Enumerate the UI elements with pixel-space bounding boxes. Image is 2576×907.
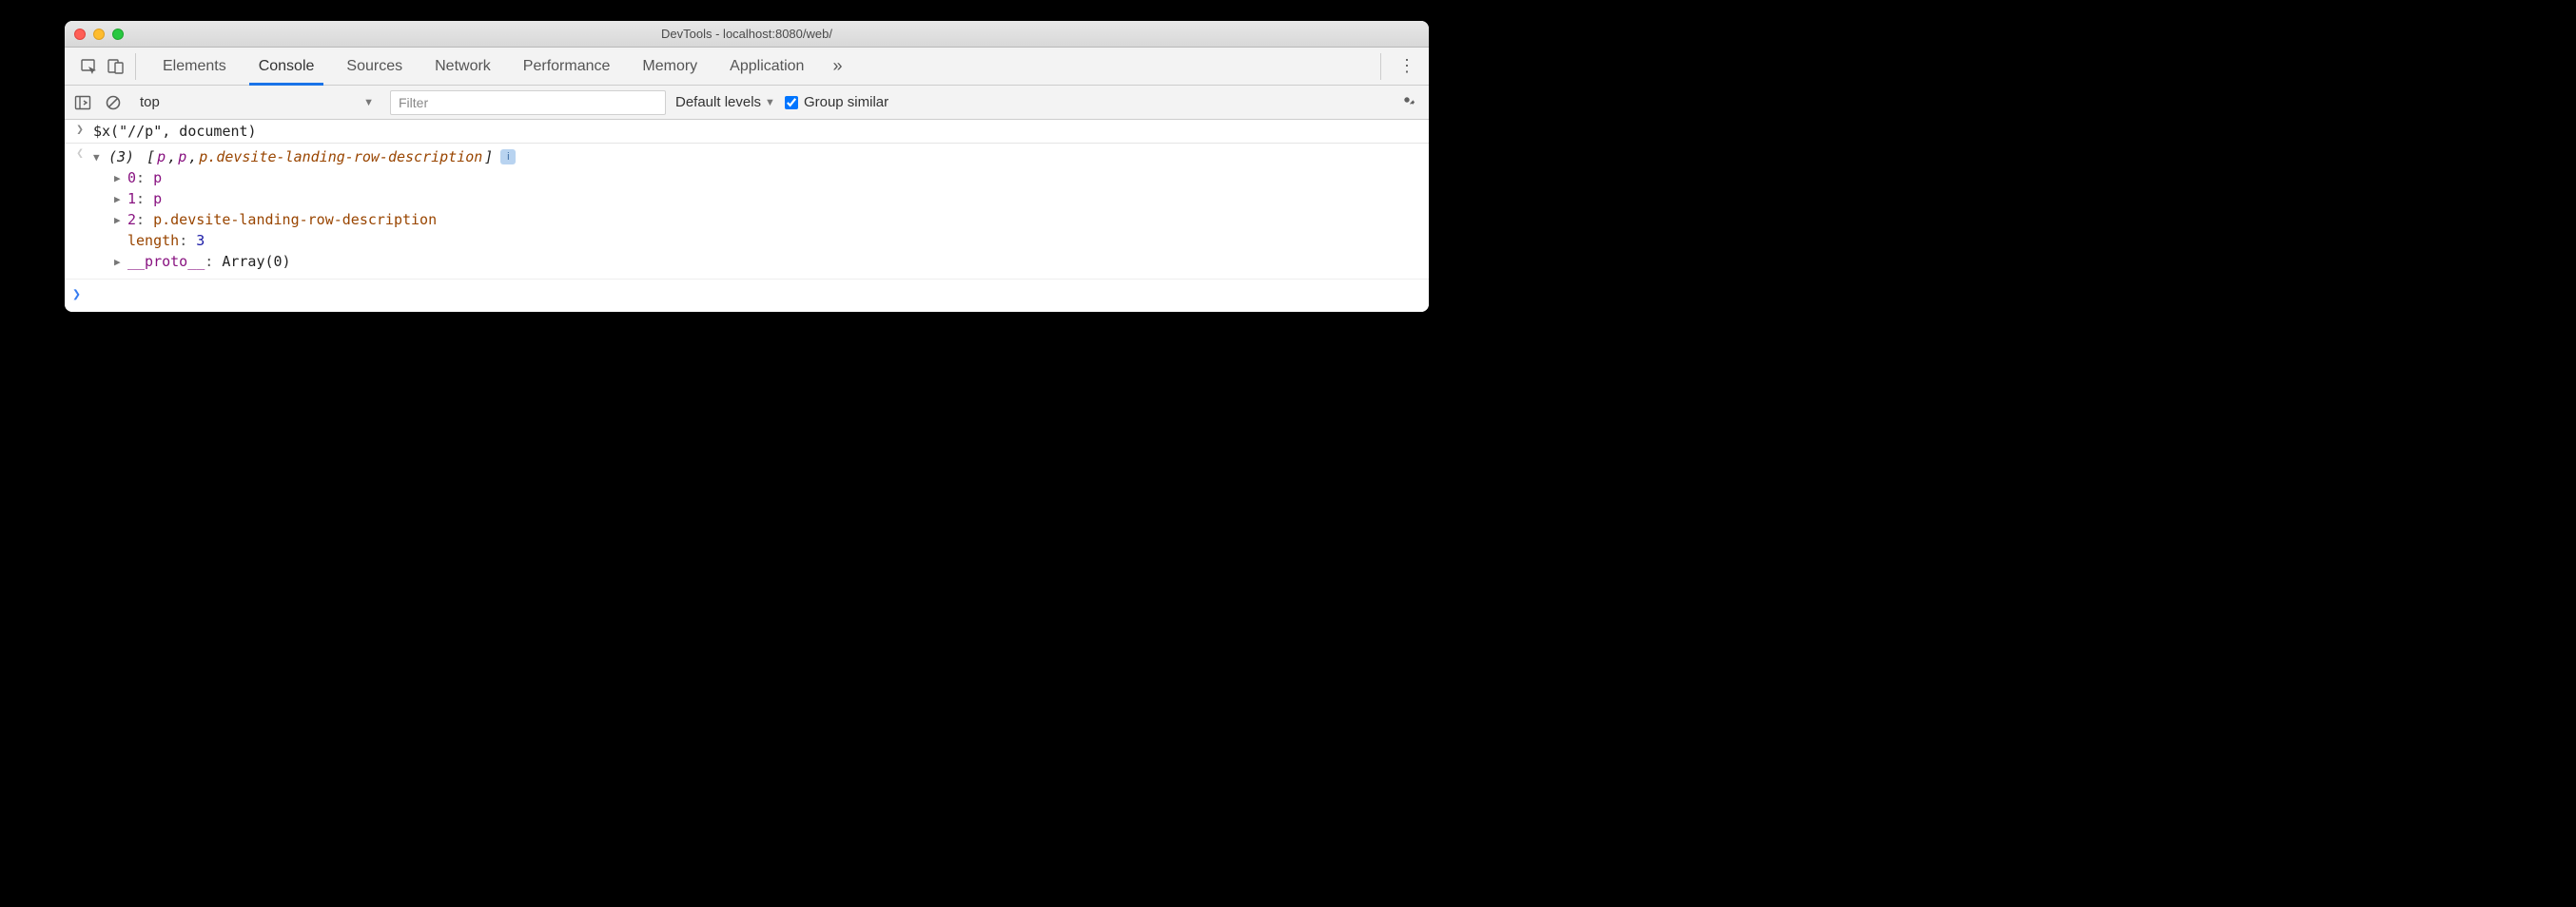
disclosure-triangle-icon[interactable] <box>114 193 127 205</box>
output-arrow-icon: ❮ <box>72 146 88 161</box>
tabbar-right: ⋮ <box>1380 53 1423 80</box>
disclosure-triangle-icon[interactable] <box>114 256 127 268</box>
tab-elements[interactable]: Elements <box>149 48 240 86</box>
devtools-window: DevTools - localhost:8080/web/ Elements … <box>65 21 1429 312</box>
array-index: 0 <box>127 169 136 186</box>
tab-memory[interactable]: Memory <box>629 48 711 86</box>
panel-tabs: Elements Console Sources Network Perform… <box>149 48 851 86</box>
console-settings-icon[interactable] <box>1393 91 1421 113</box>
array-index: 1 <box>127 190 136 207</box>
tab-application[interactable]: Application <box>716 48 817 86</box>
length-key: length <box>127 232 179 249</box>
array-item[interactable]: 1 : p <box>93 188 516 209</box>
close-button[interactable] <box>74 29 86 40</box>
tab-sources[interactable]: Sources <box>333 48 416 86</box>
result-summary-line[interactable]: (3) [ p , p , p.devsite-landing-row-desc… <box>93 146 516 167</box>
tab-console[interactable]: Console <box>245 48 328 86</box>
info-badge-icon[interactable]: i <box>500 149 516 164</box>
disclosure-triangle-icon[interactable] <box>114 172 127 184</box>
prompt-arrow-icon: ❯ <box>72 285 81 302</box>
kebab-menu-icon[interactable]: ⋮ <box>1391 56 1423 76</box>
tab-network[interactable]: Network <box>421 48 504 86</box>
array-index: 2 <box>127 211 136 228</box>
array-value: p.devsite-landing-row-description <box>153 211 437 228</box>
window-title: DevTools - localhost:8080/web/ <box>65 27 1429 41</box>
result-count: (3) <box>108 148 134 165</box>
device-toggle-icon[interactable] <box>107 57 126 76</box>
preview-item: p <box>178 148 186 165</box>
log-levels-select[interactable]: Default levels ▼ <box>675 94 775 110</box>
inspect-element-icon[interactable] <box>80 57 99 76</box>
console-prompt-row[interactable]: ❯ <box>65 280 1429 312</box>
input-arrow-icon: ❯ <box>72 123 88 137</box>
minimize-button[interactable] <box>93 29 105 40</box>
preview-item: p.devsite-landing-row-description <box>199 148 482 165</box>
tabbar: Elements Console Sources Network Perform… <box>65 48 1429 86</box>
console-body: ❯ $x("//p", document) ❮ (3) [ p , p , p.… <box>65 120 1429 312</box>
proto-key: __proto__ <box>127 253 205 270</box>
group-similar-checkbox[interactable]: Group similar <box>785 94 888 110</box>
disclosure-triangle-icon[interactable] <box>93 151 107 164</box>
length-value: 3 <box>196 232 205 249</box>
filter-input[interactable] <box>390 90 666 115</box>
proto-prop[interactable]: __proto__ : Array(0) <box>93 251 516 272</box>
console-input-row: ❯ $x("//p", document) <box>65 120 1429 144</box>
chevron-down-icon: ▼ <box>765 97 775 108</box>
traffic-lights <box>74 29 124 40</box>
disclosure-triangle-icon[interactable] <box>114 214 127 226</box>
clear-console-icon[interactable] <box>103 92 124 113</box>
preview-item: p <box>157 148 166 165</box>
result-tree: (3) [ p , p , p.devsite-landing-row-desc… <box>93 146 516 272</box>
chevron-down-icon: ▼ <box>363 97 374 108</box>
array-value: p <box>153 190 162 207</box>
levels-label: Default levels <box>675 94 761 110</box>
maximize-button[interactable] <box>112 29 124 40</box>
context-label: top <box>140 94 160 110</box>
length-prop: length : 3 <box>93 230 516 251</box>
group-similar-label: Group similar <box>804 94 888 110</box>
proto-value: Array(0) <box>222 253 290 270</box>
array-item[interactable]: 2 : p.devsite-landing-row-description <box>93 209 516 230</box>
show-console-sidebar-icon[interactable] <box>72 92 93 113</box>
group-similar-input[interactable] <box>785 96 798 109</box>
titlebar: DevTools - localhost:8080/web/ <box>65 21 1429 48</box>
execution-context-select[interactable]: top ▼ <box>133 90 381 115</box>
tab-performance[interactable]: Performance <box>510 48 624 86</box>
tabs-overflow-button[interactable]: » <box>823 56 851 76</box>
array-value: p <box>153 169 162 186</box>
console-toolbar: top ▼ Default levels ▼ Group similar <box>65 86 1429 120</box>
array-item[interactable]: 0 : p <box>93 167 516 188</box>
inspect-tools <box>70 53 136 80</box>
console-result-row: ❮ (3) [ p , p , p.devsite-landing-row-de… <box>65 144 1429 275</box>
console-input-text: $x("//p", document) <box>93 123 257 140</box>
